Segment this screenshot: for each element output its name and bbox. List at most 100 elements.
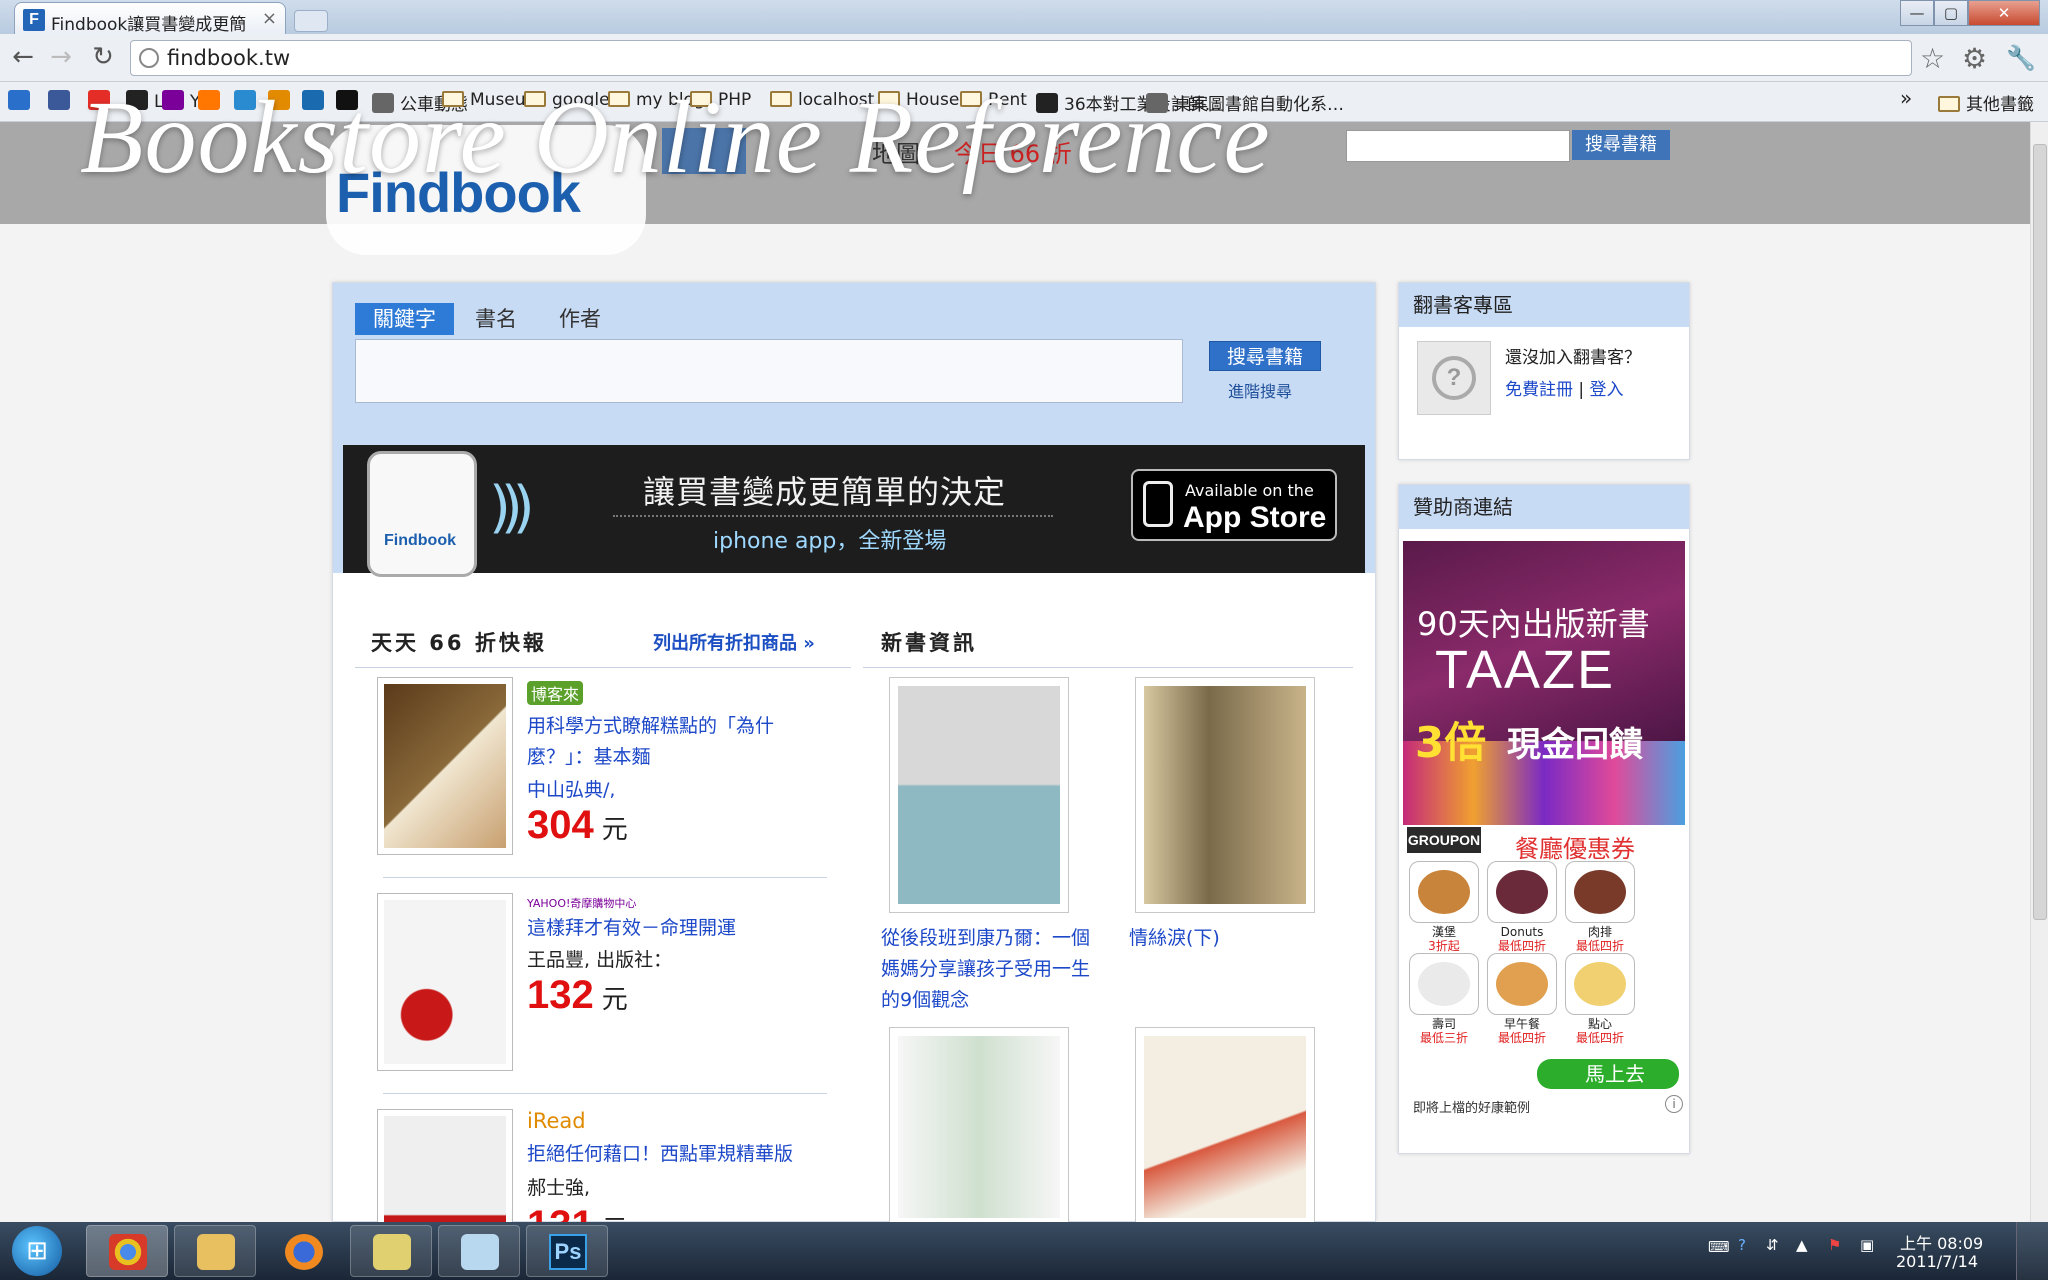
avatar-question-icon: ? xyxy=(1432,356,1476,400)
iphone-app-banner[interactable]: Findbook ))) 讓買書變成更簡單的決定 iphone app，全新登場… xyxy=(343,445,1365,577)
close-window-button[interactable]: ✕ xyxy=(1968,0,2040,26)
folders-icon xyxy=(373,1234,411,1270)
taskbar-chrome[interactable] xyxy=(86,1225,168,1277)
book-author[interactable]: 王品豐, 出版社： xyxy=(527,945,672,972)
food-deal-label: 早午餐 最低四折 xyxy=(1477,1017,1567,1045)
new-book-cover[interactable] xyxy=(1135,1027,1315,1227)
page-scrollbar[interactable] xyxy=(2030,122,2048,1222)
search-area: 關鍵字 書名 作者 搜尋書籍 進階搜尋 Findbook ))) 讓買書變成更簡… xyxy=(333,283,1375,577)
keyboard-icon[interactable]: ⌨ xyxy=(1708,1238,1730,1256)
food-deal-image[interactable] xyxy=(1565,861,1635,923)
taskbar-photoshop[interactable]: Ps xyxy=(526,1225,608,1277)
show-desktop-button[interactable] xyxy=(2016,1222,2048,1280)
food-deal-image[interactable] xyxy=(1409,953,1479,1015)
food-photo xyxy=(1418,962,1470,1006)
food-deal: 3折起 xyxy=(1428,939,1460,953)
divider xyxy=(355,667,851,668)
minimize-button[interactable]: — xyxy=(1900,0,1934,26)
tray-network-icon[interactable]: ⇵ xyxy=(1766,1236,1779,1254)
search-books-button[interactable]: 搜尋書籍 xyxy=(1209,341,1321,371)
show-hidden-icons-icon[interactable]: ▲ xyxy=(1796,1236,1808,1254)
banner-divider xyxy=(613,515,1053,517)
cover-image xyxy=(898,1036,1060,1218)
action-center-flag-icon[interactable]: ⚑ xyxy=(1828,1236,1841,1254)
network-icon[interactable]: ▣ xyxy=(1860,1236,1874,1254)
findbook-favicon-icon: F xyxy=(23,9,45,31)
new-book-cover[interactable] xyxy=(889,677,1069,913)
book-title-link[interactable]: 用科學方式瞭解糕點的「為什麼？」：基本麵 xyxy=(527,711,807,773)
taaze-ad[interactable]: 90天內出版新書 TAAZE 3倍 現金回饋 GROUPON 餐廳優惠券 漢堡 3… xyxy=(1403,541,1685,1119)
clock-date[interactable]: 2011/7/14 xyxy=(1896,1252,1978,1271)
top-search-input[interactable] xyxy=(1346,130,1570,162)
tab-book-title[interactable]: 書名 xyxy=(457,303,535,335)
food-deal-image[interactable] xyxy=(1487,953,1557,1015)
book-author[interactable]: 中山弘典/, xyxy=(527,775,615,802)
book-cover[interactable] xyxy=(377,893,513,1071)
folder-icon xyxy=(197,1234,235,1270)
register-link[interactable]: 免費註冊 xyxy=(1505,380,1573,400)
price-value: 132 xyxy=(527,973,594,1017)
scrollbar-thumb[interactable] xyxy=(2033,144,2047,920)
food-name: 壽司 xyxy=(1431,1017,1456,1031)
discount-item: YAHOO!奇摩購物中心 這樣拜才有效－命理開運 王品豐, 出版社： 132 元 xyxy=(377,893,817,1093)
bookmark-star-icon[interactable]: ☆ xyxy=(1920,42,1945,75)
food-deal-image[interactable] xyxy=(1409,861,1479,923)
all-discounts-link[interactable]: 列出所有折扣商品 » xyxy=(653,629,815,655)
ad-info-icon[interactable]: i xyxy=(1665,1095,1683,1113)
maximize-button[interactable]: ▢ xyxy=(1934,0,1968,26)
firefox-icon xyxy=(285,1234,323,1270)
price-value: 304 xyxy=(527,803,594,847)
go-now-button[interactable]: 馬上去 xyxy=(1537,1059,1679,1089)
new-book-title-link[interactable]: 情絲淚(下) xyxy=(1129,923,1329,954)
login-link[interactable]: 登入 xyxy=(1590,380,1624,400)
new-tab-button[interactable] xyxy=(294,10,328,32)
search-input[interactable] xyxy=(355,339,1183,403)
groupon-logo: GROUPON xyxy=(1407,827,1481,853)
tab-close-icon[interactable]: × xyxy=(262,8,277,29)
book-author[interactable]: 郝士強, xyxy=(527,1173,590,1200)
wrench-menu-icon[interactable]: 🔧 xyxy=(2006,44,2036,72)
book-cover[interactable] xyxy=(377,677,513,855)
taskbar-firefox[interactable] xyxy=(262,1225,344,1277)
clock-time[interactable]: 上午 08:09 xyxy=(1900,1230,1983,1254)
tab-author[interactable]: 作者 xyxy=(541,303,619,335)
reload-icon[interactable]: ↻ xyxy=(86,40,120,74)
food-deal-label: 壽司 最低三折 xyxy=(1399,1017,1489,1045)
forward-arrow-icon[interactable]: → xyxy=(44,40,78,74)
food-deal-image[interactable] xyxy=(1565,953,1635,1015)
new-book-title-link[interactable]: 從後段班到康乃爾：一個媽媽分享讓孩子受用一生的9個觀念 xyxy=(881,923,1091,1016)
page-gear-icon[interactable]: ⚙ xyxy=(1962,42,1987,75)
food-deal-image[interactable] xyxy=(1487,861,1557,923)
book-title-link[interactable]: 這樣拜才有效－命理開運 xyxy=(527,913,807,944)
facebook-icon xyxy=(48,90,70,110)
other-bookmarks-folder[interactable]: 其他書籤 xyxy=(1938,90,2034,115)
cover-image xyxy=(1144,1036,1306,1218)
taskbar-explorer[interactable] xyxy=(174,1225,256,1277)
advanced-search-link[interactable]: 進階搜尋 xyxy=(1228,378,1292,402)
start-button-windows-icon[interactable]: ⊞ xyxy=(12,1226,62,1276)
food-photo xyxy=(1496,870,1548,914)
new-book-cover[interactable] xyxy=(889,1027,1069,1227)
cover-image xyxy=(384,900,506,1064)
tab-keyword[interactable]: 關鍵字 xyxy=(355,303,454,335)
taskbar-folders[interactable] xyxy=(350,1225,432,1277)
back-arrow-icon[interactable]: ← xyxy=(6,40,40,74)
app-store-badge[interactable]: Available on the App Store xyxy=(1131,469,1337,541)
cover-image xyxy=(384,684,506,848)
browser-tab[interactable]: F Findbook讓買書變成更簡 × xyxy=(14,2,286,36)
bookmark-item[interactable] xyxy=(48,90,76,112)
book-title-link[interactable]: 拒絕任何藉口！西點軍規精華版 xyxy=(527,1139,807,1170)
food-name: 早午餐 xyxy=(1503,1017,1540,1031)
cover-image xyxy=(1144,686,1306,904)
ad-multiplier: 3倍 xyxy=(1415,718,1487,767)
address-bar[interactable]: findbook.tw xyxy=(130,40,1912,76)
bookmarks-overflow-chevron-icon[interactable]: » xyxy=(1900,86,1912,110)
taskbar-notepad[interactable] xyxy=(438,1225,520,1277)
bookmark-item[interactable] xyxy=(8,90,36,112)
food-deal-label: 漢堡 3折起 xyxy=(1399,925,1489,953)
top-search-button[interactable]: 搜尋書籍 xyxy=(1572,130,1670,160)
publisher-badge: 博客來 xyxy=(527,681,584,705)
new-book-cover[interactable] xyxy=(1135,677,1315,913)
help-icon[interactable]: ? xyxy=(1738,1236,1746,1254)
divider xyxy=(383,1093,827,1094)
